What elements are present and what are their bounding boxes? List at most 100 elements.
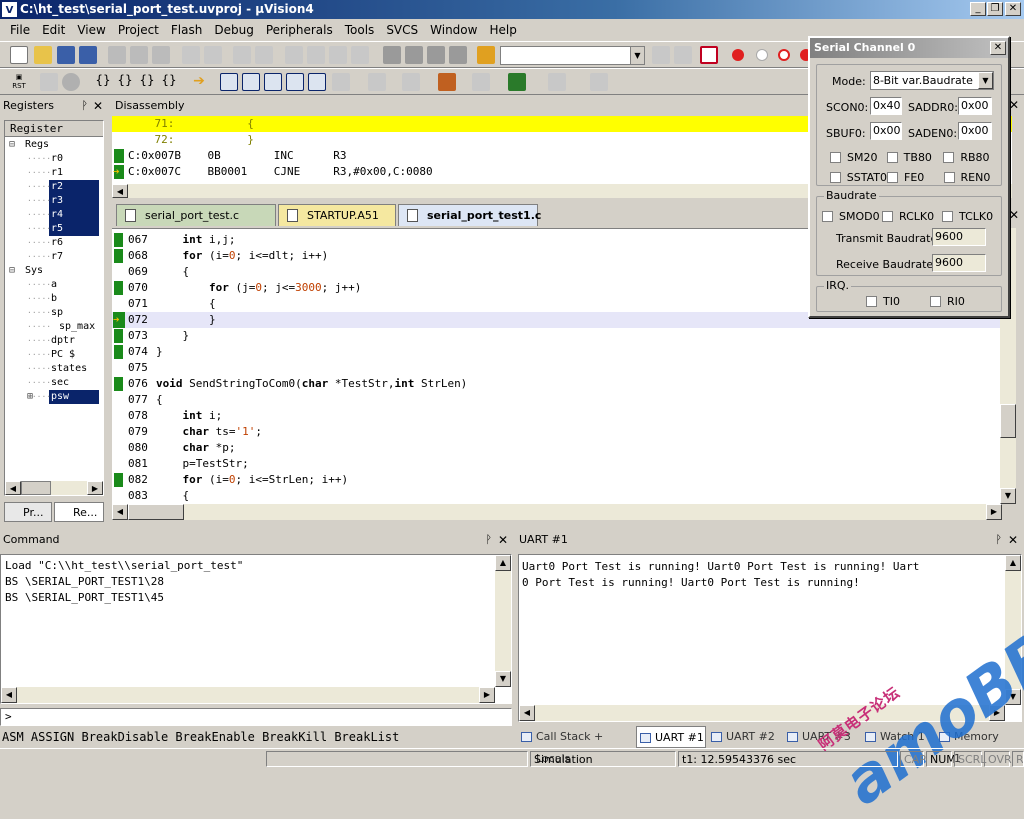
cut-icon[interactable] — [108, 46, 126, 64]
checkbox-box[interactable] — [942, 210, 953, 222]
register-row[interactable]: r5 ····· — [5, 222, 103, 236]
scroll-right-icon[interactable]: ▶ — [479, 687, 495, 703]
code-line[interactable]: 077 { — [112, 392, 1000, 408]
copy-icon[interactable] — [130, 46, 148, 64]
register-row[interactable]: dptr ····· — [5, 334, 103, 348]
undo-icon[interactable] — [182, 46, 200, 64]
checkbox-box[interactable] — [882, 210, 893, 222]
debug-session-icon[interactable] — [700, 46, 718, 64]
register-row[interactable]: sp ····· — [5, 306, 103, 320]
nav-forward-icon[interactable] — [255, 46, 273, 64]
menu-window[interactable]: Window — [424, 23, 483, 37]
checkbox-sstat0[interactable]: SSTAT0 — [830, 169, 887, 185]
find-combo[interactable]: ▼ — [500, 46, 645, 65]
code-line[interactable]: 080 char *p; — [112, 440, 1000, 456]
register-row[interactable]: r1 ····· — [5, 166, 103, 180]
analysis-window-icon[interactable] — [438, 73, 456, 91]
close-icon[interactable]: ✕ — [498, 530, 508, 550]
pin-icon[interactable]: ᚹ — [81, 96, 88, 116]
scroll-up-icon[interactable]: ▲ — [495, 555, 511, 571]
checkbox-rb80[interactable]: RB80 — [943, 149, 1000, 165]
scroll-left-icon[interactable]: ◀ — [1, 687, 17, 703]
bottom-tab[interactable]: UART #1 — [636, 726, 706, 748]
checkbox-ren0[interactable]: REN0 — [943, 169, 1001, 185]
command-vscrollbar[interactable]: ▲ ▼ — [495, 555, 511, 687]
watch-window-icon[interactable] — [332, 73, 350, 91]
menu-edit[interactable]: Edit — [36, 23, 71, 37]
scroll-left-icon[interactable]: ◀ — [112, 184, 128, 198]
checkbox-ti0[interactable]: TI0 — [866, 293, 930, 309]
command-input[interactable]: > — [0, 708, 512, 726]
register-row[interactable]: r7 ····· — [5, 250, 103, 264]
menu-help[interactable]: Help — [483, 23, 522, 37]
register-row[interactable]: r4 ····· — [5, 208, 103, 222]
run-icon[interactable] — [40, 73, 58, 91]
code-line[interactable]: 081 p=TestStr; — [112, 456, 1000, 472]
checkbox-tclk0[interactable]: TCLK0 — [942, 208, 1002, 224]
register-row[interactable]: ⊞ psw ····· — [5, 390, 103, 404]
disassembly-window-icon[interactable] — [242, 73, 260, 91]
close-icon[interactable]: ✕ — [93, 96, 103, 116]
editor-hscrollbar[interactable]: ◀ ▶ — [112, 504, 1002, 520]
collapse-icon[interactable]: ⊟ — [9, 138, 15, 152]
close-icon[interactable]: ✕ — [1008, 530, 1018, 550]
bottom-tab[interactable]: Call Stack + Locals — [518, 726, 634, 765]
bottom-tab[interactable]: UART #2 — [708, 726, 782, 748]
reset-icon[interactable]: ▣ RST — [8, 73, 30, 91]
checkbox-smod0[interactable]: SMOD0 — [822, 208, 882, 224]
register-row[interactable]: ⊟ Sys — [5, 264, 103, 278]
breakpoint-disable-all-icon[interactable] — [778, 49, 790, 61]
menu-svcs[interactable]: SVCS — [380, 23, 424, 37]
unindent-icon[interactable] — [405, 46, 423, 64]
scroll-up-icon[interactable]: ▲ — [1005, 555, 1021, 571]
editor-tab[interactable]: serial_port_test.c — [116, 204, 276, 226]
menu-project[interactable]: Project — [112, 23, 165, 37]
bookmark-icon[interactable] — [285, 46, 303, 64]
checkbox-box[interactable] — [830, 151, 841, 163]
checkbox-box[interactable] — [886, 151, 898, 163]
register-row[interactable]: r6 ····· — [5, 236, 103, 250]
scroll-left-icon[interactable]: ◀ — [112, 504, 128, 520]
minimize-button[interactable]: _ — [970, 2, 986, 16]
bookmark-clear-icon[interactable] — [351, 46, 369, 64]
scroll-left-icon[interactable]: ◀ — [519, 705, 535, 721]
menu-tools[interactable]: Tools — [339, 23, 381, 37]
new-file-icon[interactable] — [10, 46, 28, 64]
code-line[interactable]: 078 int i; — [112, 408, 1000, 424]
mode-select[interactable]: 8-Bit var.Baudrate ▼ — [870, 71, 994, 90]
saddr0-field[interactable]: 0x00 — [958, 97, 992, 115]
pin-icon[interactable]: ᚹ — [485, 530, 492, 550]
tab-project[interactable]: Pr... — [4, 502, 52, 522]
register-column-header[interactable]: Register — [5, 121, 103, 137]
scroll-thumb[interactable] — [128, 504, 184, 520]
call-stack-window-icon[interactable] — [308, 73, 326, 91]
checkbox-box[interactable] — [830, 171, 841, 183]
register-row[interactable]: r0 ····· — [5, 152, 103, 166]
find-in-files-icon[interactable] — [477, 46, 495, 64]
symbols-window-icon[interactable] — [264, 73, 282, 91]
step-out-icon[interactable]: {} — [138, 73, 156, 91]
register-row[interactable]: ⊟ Regs — [5, 138, 103, 152]
checkbox-box[interactable] — [930, 295, 941, 307]
dialog-close-button[interactable]: ✕ — [990, 41, 1006, 55]
register-row[interactable]: states ····· — [5, 362, 103, 376]
tab-registers[interactable]: Re... — [54, 502, 104, 522]
find-icon[interactable] — [674, 46, 692, 64]
editor-tab[interactable]: serial_port_test1.c — [398, 204, 541, 226]
command-output[interactable]: Load "C:\\ht_test\\serial_port_test" BS \… — [0, 554, 512, 704]
bookmark-prev-icon[interactable] — [307, 46, 325, 64]
incremental-find-icon[interactable] — [652, 46, 670, 64]
sbuf0-field[interactable]: 0x00 — [870, 122, 902, 140]
command-hscrollbar[interactable]: ◀ ▶ — [1, 687, 495, 703]
menu-peripherals[interactable]: Peripherals — [260, 23, 339, 37]
paste-icon[interactable] — [152, 46, 170, 64]
checkbox-ri0[interactable]: RI0 — [930, 293, 994, 309]
code-line[interactable]: 075 — [112, 360, 1000, 376]
scroll-thumb[interactable] — [21, 481, 51, 495]
registers-window-icon[interactable] — [286, 73, 304, 91]
close-window-button[interactable]: ✕ — [1005, 2, 1021, 16]
register-row[interactable]: sec ····· — [5, 376, 103, 390]
stop-icon[interactable] — [62, 73, 80, 91]
code-line[interactable]: 073 } — [112, 328, 1000, 344]
menu-debug[interactable]: Debug — [208, 23, 259, 37]
